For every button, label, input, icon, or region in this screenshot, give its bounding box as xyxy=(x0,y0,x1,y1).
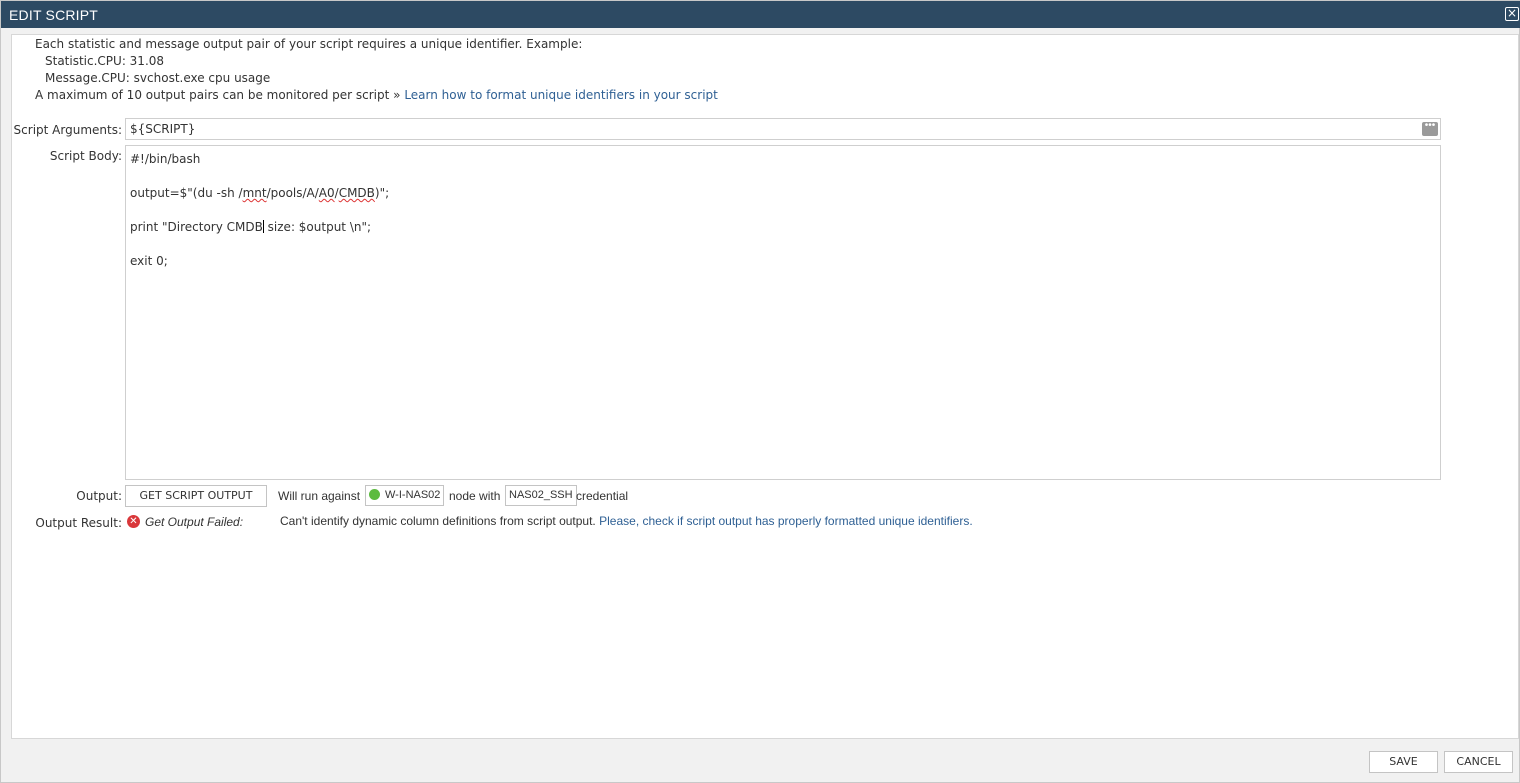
node-selector[interactable]: W-I-NAS02 xyxy=(365,485,445,506)
info-example-message: Message.CPU: svchost.exe cpu usage xyxy=(45,71,271,85)
dialog-content: Each statistic and message output pair o… xyxy=(11,34,1519,739)
dialog-titlebar: EDIT SCRIPT × xyxy=(1,1,1520,28)
misspelled-word: mnt xyxy=(242,186,267,200)
edit-script-dialog: EDIT SCRIPT × Each statistic and message… xyxy=(0,0,1520,783)
info-example-statistic: Statistic.CPU: 31.08 xyxy=(45,54,165,68)
misspelled-word: A0 xyxy=(318,186,335,200)
code-line: print "Directory CMDB size: $output \n"; xyxy=(130,219,1436,236)
code-segment: )"; xyxy=(374,186,390,200)
cancel-button[interactable]: CANCEL xyxy=(1444,751,1513,773)
check-identifiers-link[interactable]: Please, check if script output has prope… xyxy=(599,514,973,528)
will-run-against-text: Will run against xyxy=(278,489,361,503)
credential-selector[interactable]: NAS02_SSH xyxy=(505,485,577,506)
save-button[interactable]: SAVE xyxy=(1369,751,1438,773)
code-segment: size: $output \n"; xyxy=(263,220,372,234)
code-segment: print "Directory CMDB xyxy=(130,220,263,234)
result-message-text: Can't identify dynamic column definition… xyxy=(280,514,596,528)
close-icon[interactable]: × xyxy=(1505,7,1519,21)
learn-format-link[interactable]: Learn how to format unique identifiers i… xyxy=(404,88,718,102)
dialog-title: EDIT SCRIPT xyxy=(9,7,99,23)
more-options-icon[interactable]: ••• xyxy=(1422,121,1438,136)
info-line-1: Each statistic and message output pair o… xyxy=(35,37,583,51)
credential-text: credential xyxy=(576,489,629,503)
code-segment: /pools/A/ xyxy=(266,186,319,200)
info-line-4: A maximum of 10 output pairs can be moni… xyxy=(35,88,718,102)
code-line: exit 0; xyxy=(130,254,168,268)
script-arguments-label: Script Arguments: xyxy=(13,123,122,137)
output-result-message: Can't identify dynamic column definition… xyxy=(280,514,973,528)
script-body-editor[interactable]: #!/bin/bash output=$"(du -sh /mnt/pools/… xyxy=(125,145,1441,480)
max-pairs-text: A maximum of 10 output pairs can be moni… xyxy=(35,88,401,102)
get-script-output-button[interactable]: GET SCRIPT OUTPUT xyxy=(125,485,267,507)
misspelled-word: CMDB xyxy=(338,186,375,200)
output-result-label: Output Result: xyxy=(35,516,122,530)
node-with-text: node with xyxy=(449,489,501,503)
node-name: W-I-NAS02 xyxy=(385,489,441,501)
output-label: Output: xyxy=(76,489,122,503)
code-line: output=$"(du -sh /mnt/pools/A/A0/CMDB)"; xyxy=(130,185,1436,202)
script-body-label: Script Body: xyxy=(49,149,122,163)
code-line: #!/bin/bash xyxy=(130,152,201,166)
script-arguments-input[interactable]: ${SCRIPT} xyxy=(125,118,1441,140)
output-status: Get Output Failed: xyxy=(145,515,244,529)
code-segment: output=$"(du -sh / xyxy=(130,186,243,200)
node-status-icon xyxy=(369,489,380,500)
error-icon: ✕ xyxy=(127,515,140,528)
